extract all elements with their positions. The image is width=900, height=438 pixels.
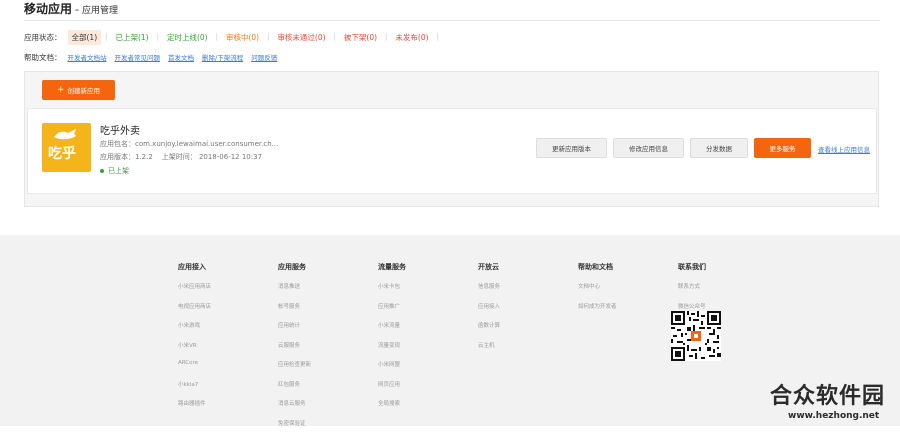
update-version-button[interactable]: 更新应用版本 bbox=[536, 138, 607, 158]
status-filter-all[interactable]: 全部(1) bbox=[68, 30, 102, 45]
status-filter-reviewing[interactable]: 审核中(0) bbox=[222, 30, 263, 45]
footer-column-title: 流量服务 bbox=[378, 262, 406, 272]
app-version: 应用版本：1.2.2 bbox=[100, 153, 153, 161]
footer-link[interactable]: 云服服务 bbox=[278, 341, 311, 361]
footer-column-cloud: 开放云 信息服务 应用接入 函数计算 云主机 bbox=[478, 262, 500, 360]
status-dot-icon bbox=[100, 169, 104, 173]
app-icon-text: 吃乎 bbox=[48, 143, 76, 163]
footer-link[interactable]: 应用统计 bbox=[278, 321, 311, 341]
app-version-info: 应用版本：1.2.2 上架时间： 2018-06-12 10:37 bbox=[100, 152, 262, 162]
footer-link[interactable]: 消息推送 bbox=[278, 282, 311, 302]
status-text: 已上架 bbox=[108, 166, 129, 176]
page-title-main: 移动应用 bbox=[24, 0, 72, 17]
footer-column-traffic: 流量服务 小米卡包 应用推广 小米流量 流量变现 小米网盟 网页应用 全局搜索 bbox=[378, 262, 406, 419]
watermark-title: 合众软件园 bbox=[770, 378, 900, 410]
footer-link[interactable]: 如何成为开发者 bbox=[578, 302, 617, 322]
footer-link[interactable]: 红包服务 bbox=[278, 380, 311, 400]
help-link-faq[interactable]: 开发者常见问题 bbox=[115, 52, 161, 62]
footer-link[interactable]: 信息服务 bbox=[478, 282, 500, 302]
view-online-info-link[interactable]: 查看线上应用信息 bbox=[818, 144, 870, 154]
footer-link[interactable]: 应用检查更新 bbox=[278, 360, 311, 380]
footer-column-help: 帮助和文档 文档中心 如何成为开发者 bbox=[578, 262, 617, 321]
help-link-delete-flow[interactable]: 删除/下架流程 bbox=[202, 52, 243, 62]
footer: 应用接入 小米应用商店 电视应用商店 小米游戏 小米VR ARCore 小kkl… bbox=[0, 235, 900, 426]
footer-link[interactable]: 电视应用商店 bbox=[178, 302, 211, 322]
app-list-panel: + 创建新应用 吃乎 吃乎外卖 应用包名：com.xunjoy.lewaimai… bbox=[24, 71, 879, 207]
footer-column-title: 应用服务 bbox=[278, 262, 311, 272]
footer-link[interactable]: 小米卡包 bbox=[378, 282, 406, 302]
footer-link[interactable]: 小kkla7 bbox=[178, 380, 211, 400]
footer-link[interactable]: 应用接入 bbox=[478, 302, 500, 322]
status-filter-label: 应用状态： bbox=[24, 32, 62, 43]
divider: | bbox=[267, 33, 269, 41]
footer-link[interactable]: 小米流量 bbox=[378, 321, 406, 341]
page-title: 移动应用 - 应用管理 bbox=[24, 0, 118, 20]
app-icon[interactable]: 吃乎 bbox=[42, 123, 91, 172]
rabbit-icon bbox=[52, 127, 80, 141]
divider: | bbox=[105, 33, 107, 41]
help-docs-label: 帮助文档： bbox=[24, 52, 62, 63]
footer-link[interactable]: 全局搜索 bbox=[378, 399, 406, 419]
status-filter-scheduled[interactable]: 定时上线(0) bbox=[163, 30, 212, 45]
footer-column-title: 开放云 bbox=[478, 262, 500, 272]
app-package: 应用包名：com.xunjoy.lewaimai.user.consumer.c… bbox=[100, 139, 278, 149]
watermark: 合众软件园 www.hezhong.net bbox=[770, 378, 900, 421]
edit-info-button[interactable]: 修改应用信息 bbox=[613, 138, 684, 158]
footer-link[interactable]: 联系方式 bbox=[678, 282, 706, 302]
page-subtitle: 应用管理 bbox=[82, 3, 118, 16]
help-link-docs-site[interactable]: 开发者文档站 bbox=[68, 52, 107, 62]
footer-link[interactable]: 文档中心 bbox=[578, 282, 617, 302]
footer-column-title: 帮助和文档 bbox=[578, 262, 617, 272]
divider: | bbox=[157, 33, 159, 41]
footer-column-title: 联系我们 bbox=[678, 262, 706, 272]
divider: | bbox=[216, 33, 218, 41]
plus-icon: + bbox=[57, 86, 65, 95]
status-filter-rejected[interactable]: 审核未通过(0) bbox=[273, 30, 329, 45]
footer-link[interactable]: 小米应用商店 bbox=[178, 282, 211, 302]
help-docs: 帮助文档： 开发者文档站 开发者常见问题 首发文档 删除/下架流程 问题反馈 bbox=[24, 51, 285, 63]
status-filter: 应用状态： 全部(1) | 已上架(1) | 定时上线(0) | 审核中(0) … bbox=[24, 30, 443, 44]
footer-link[interactable]: 小米VR bbox=[178, 341, 211, 361]
distribution-data-button[interactable]: 分发数据 bbox=[690, 138, 748, 158]
status-filter-removed[interactable]: 被下架(0) bbox=[340, 30, 381, 45]
footer-link[interactable]: 小米网盟 bbox=[378, 360, 406, 380]
app-name: 吃乎外卖 bbox=[100, 122, 140, 137]
footer-link[interactable]: 流量变现 bbox=[378, 341, 406, 361]
more-services-button[interactable]: 更多服务 bbox=[754, 138, 811, 158]
divider: | bbox=[385, 33, 387, 41]
footer-link[interactable]: 消息云服务 bbox=[278, 399, 311, 419]
footer-link[interactable]: 网页应用 bbox=[378, 380, 406, 400]
app-updated: 上架时间： 2018-06-12 10:37 bbox=[162, 153, 262, 161]
footer-link[interactable]: 路由器插件 bbox=[178, 399, 211, 419]
app-card: 吃乎 吃乎外卖 应用包名：com.xunjoy.lewaimai.user.co… bbox=[27, 108, 877, 194]
watermark-url: www.hezhong.net bbox=[788, 411, 900, 421]
create-app-label: 创建新应用 bbox=[68, 85, 101, 95]
footer-link[interactable]: 免密保验证 bbox=[278, 419, 311, 438]
help-link-feedback[interactable]: 问题反馈 bbox=[251, 52, 277, 62]
status-badge: 已上架 bbox=[100, 166, 129, 176]
help-link-first-release[interactable]: 首发文档 bbox=[168, 52, 194, 62]
create-app-button[interactable]: + 创建新应用 bbox=[42, 80, 115, 100]
footer-link[interactable]: 帐号服务 bbox=[278, 302, 311, 322]
footer-link[interactable]: 云主机 bbox=[478, 341, 500, 361]
footer-link[interactable]: 小米游戏 bbox=[178, 321, 211, 341]
qr-code-icon bbox=[671, 311, 721, 361]
title-separator: - bbox=[75, 3, 79, 16]
status-filter-published[interactable]: 已上架(1) bbox=[111, 30, 152, 45]
divider: | bbox=[437, 33, 439, 41]
header-divider bbox=[24, 20, 880, 21]
footer-column-title: 应用接入 bbox=[178, 262, 211, 272]
footer-column-services: 应用服务 消息推送 帐号服务 应用统计 云服服务 应用检查更新 红包服务 消息云… bbox=[278, 262, 311, 438]
footer-link[interactable]: 函数计算 bbox=[478, 321, 500, 341]
footer-column-access: 应用接入 小米应用商店 电视应用商店 小米游戏 小米VR ARCore 小kkl… bbox=[178, 262, 211, 419]
footer-link[interactable]: 应用推广 bbox=[378, 302, 406, 322]
divider: | bbox=[334, 33, 336, 41]
status-filter-unpublished[interactable]: 未发布(0) bbox=[391, 30, 432, 45]
footer-link[interactable]: ARCore bbox=[178, 360, 211, 380]
